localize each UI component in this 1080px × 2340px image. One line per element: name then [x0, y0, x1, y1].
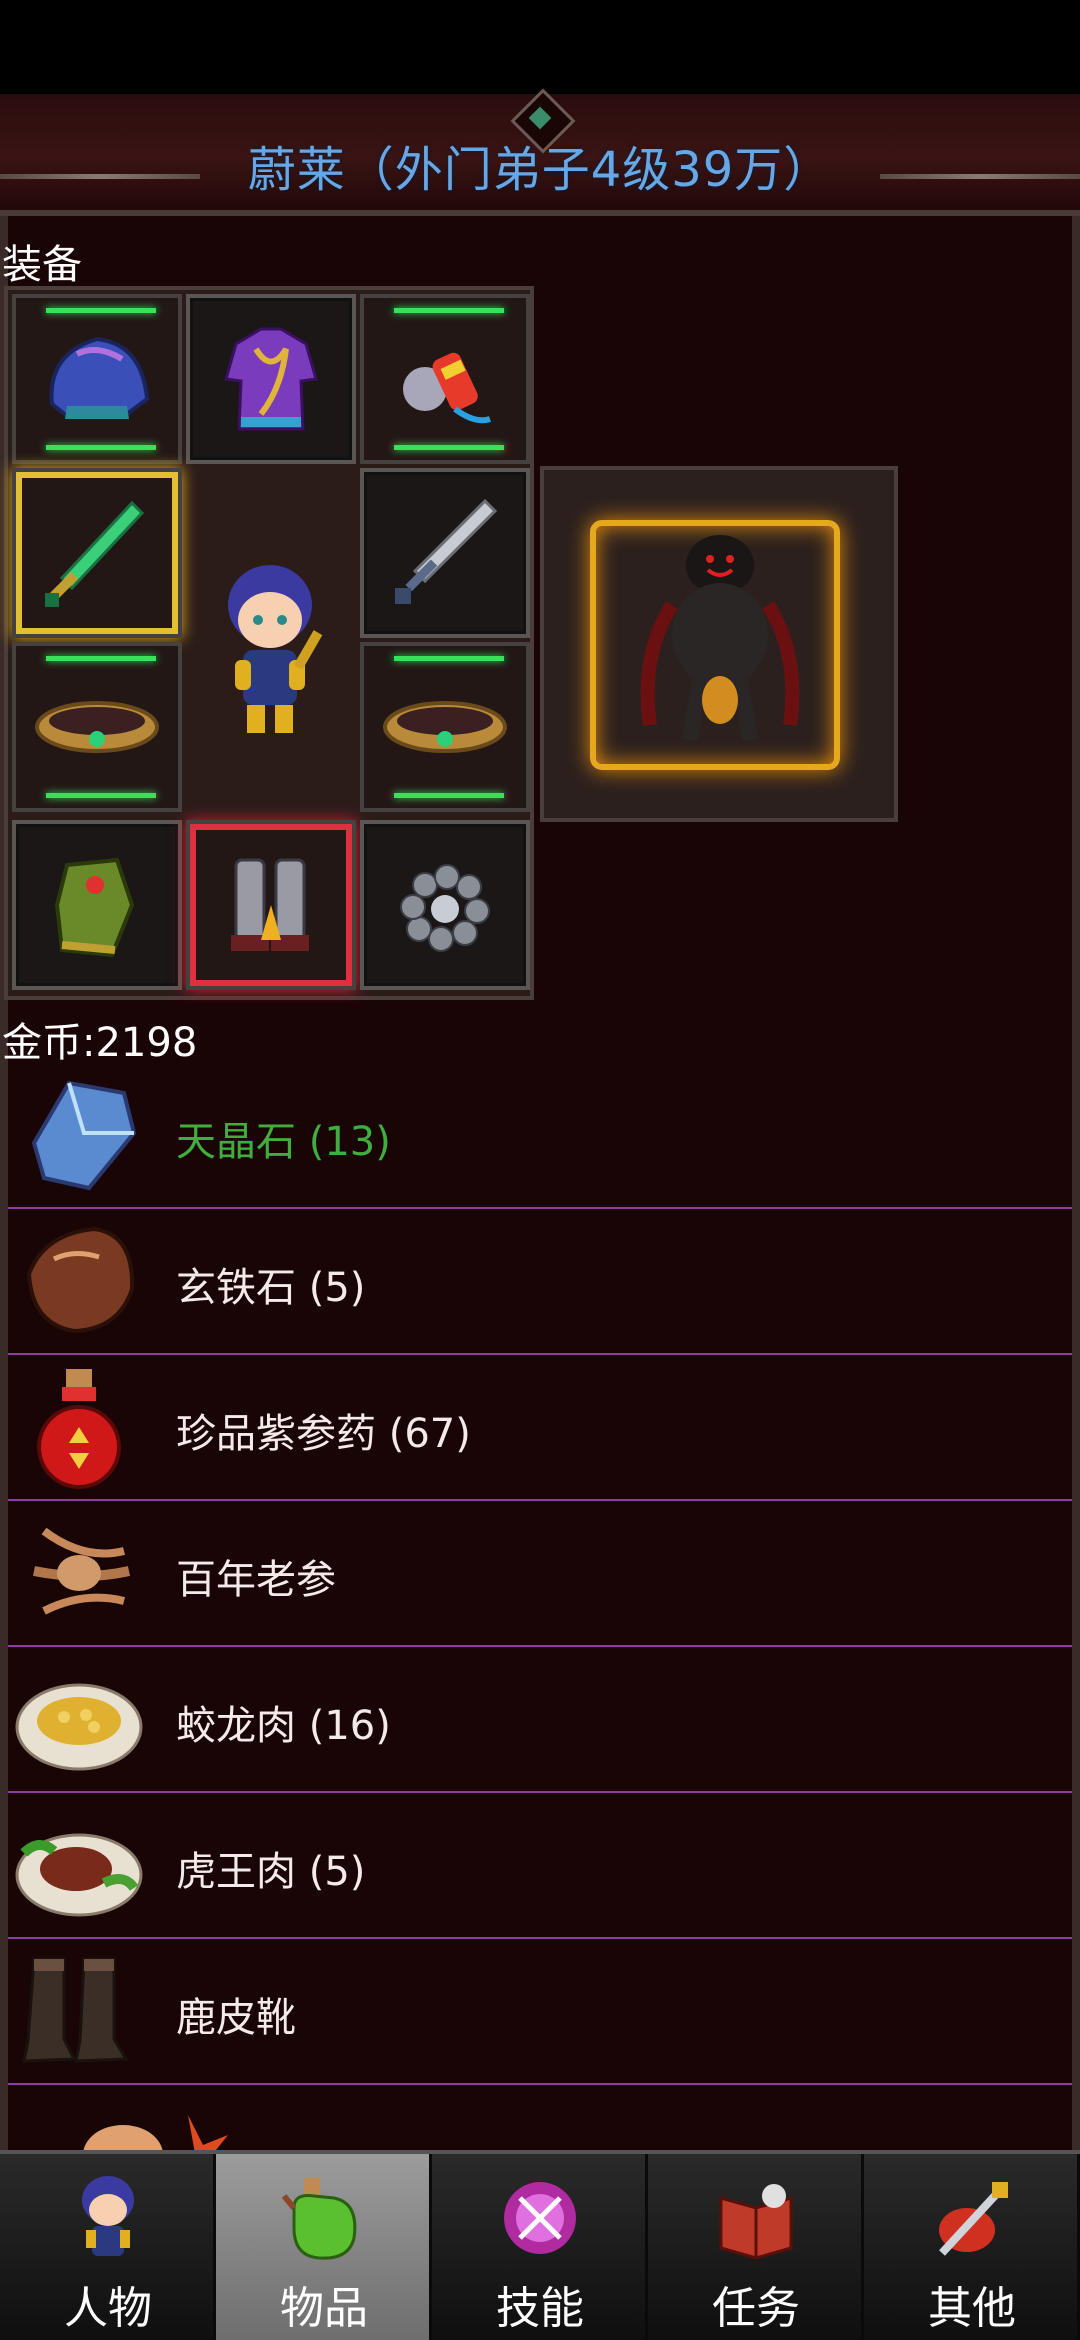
equip-slot-accessory[interactable] [360, 294, 530, 464]
armored-boots-icon [231, 858, 309, 951]
character-icon [82, 2176, 134, 2256]
partial-item-icon [83, 2115, 228, 2150]
tab-character[interactable]: 人物 [0, 2154, 216, 2340]
inventory-item[interactable]: 天晶石 (13) [8, 1063, 1072, 1209]
equip-slot-jade-sword[interactable] [12, 468, 182, 638]
inventory-item-name: 玄铁石 (5) [176, 1265, 366, 1311]
tab-skills[interactable]: 技能 [432, 2154, 648, 2340]
character-avatar [228, 565, 323, 733]
inventory-item[interactable]: 珍品紫参药 (67) [8, 1355, 1072, 1501]
equip-slot-boots[interactable] [186, 820, 356, 990]
tab-quests[interactable]: 任务 [648, 2154, 864, 2340]
gauntlet-icon [54, 857, 135, 958]
status-bar [0, 0, 1080, 94]
equip-slot-iron-sword[interactable] [360, 468, 530, 638]
slot-glow-top [46, 656, 156, 661]
inventory-item[interactable]: 玄铁石 (5) [8, 1209, 1072, 1355]
bracelet-icon [383, 701, 507, 753]
equip-slot-bracelet-right[interactable] [360, 642, 530, 812]
bottom-tab-bar: 人物 物品 技能 任务 其他 [0, 2150, 1080, 2340]
tab-label: 物品 [280, 2283, 368, 2334]
sword-shield-icon [939, 2182, 1008, 2256]
inventory-item[interactable]: 蛟龙肉 (16) [8, 1647, 1072, 1793]
slot-glow-bottom [46, 445, 156, 450]
shadow-demon-icon [640, 535, 800, 742]
jade-sword-icon [45, 500, 145, 607]
inventory-item[interactable]: 百年老参 [8, 1501, 1072, 1647]
equip-slot-helmet[interactable] [12, 294, 182, 464]
potion-bag-icon [281, 2178, 357, 2260]
inventory-item-name: 天晶石 (13) [176, 1119, 391, 1165]
boots-icon [22, 1957, 129, 2063]
inventory-item[interactable]: 鹿皮靴 [8, 1939, 1072, 2085]
tab-other[interactable]: 其他 [864, 2154, 1080, 2340]
tab-label: 技能 [496, 2283, 584, 2334]
inventory-item-name: 虎王肉 (5) [176, 1849, 366, 1895]
tab-label: 任务 [712, 2283, 800, 2334]
slot-glow-bottom [394, 793, 504, 798]
equip-slot-gauntlet[interactable] [12, 820, 182, 990]
inventory-item-name: 鹿皮靴 [176, 1995, 296, 2041]
page-title: 蔚莱（外门弟子4级39万） [247, 142, 833, 198]
iron-sword-icon [395, 498, 498, 604]
prayer-beads-icon [400, 864, 490, 952]
potion-icon [37, 1369, 121, 1489]
steak-icon [15, 1833, 143, 1917]
inventory-item-name: 珍品紫参药 (67) [176, 1411, 471, 1457]
inventory-item-partial[interactable] [8, 2085, 1072, 2150]
tab-label: 人物 [64, 2283, 152, 2334]
tab-items[interactable]: 物品 [216, 2154, 432, 2340]
inventory-item[interactable]: 虎王肉 (5) [8, 1793, 1072, 1939]
slot-glow-top [46, 308, 156, 313]
dish-icon [15, 1683, 143, 1771]
talisman-icon [403, 352, 491, 424]
slot-glow-top [394, 308, 504, 313]
equip-slot-beads[interactable] [360, 820, 530, 990]
equipment-section-label: 装备 [2, 242, 82, 288]
crystal-icon [31, 1080, 137, 1191]
slot-glow-bottom [394, 445, 504, 450]
equip-slot-armor[interactable] [186, 294, 356, 464]
gold-balance: 金币:2198 [2, 1020, 198, 1066]
panel-frame [0, 210, 1080, 230]
inventory-item-name: 百年老参 [176, 1557, 336, 1603]
helmet-icon [49, 336, 150, 419]
robe-armor-icon [224, 327, 318, 431]
slot-glow-bottom [46, 793, 156, 798]
ginseng-icon [33, 1527, 131, 1615]
quest-book-icon [719, 2184, 793, 2260]
bracelet-icon [35, 701, 159, 753]
ore-stone-icon [26, 1226, 135, 1334]
inventory-item-name: 蛟龙肉 (16) [176, 1703, 391, 1749]
tab-label: 其他 [928, 2283, 1016, 2334]
skill-orb-icon [504, 2182, 576, 2254]
slot-glow-top [394, 656, 504, 661]
equip-slot-bracelet-left[interactable] [12, 642, 182, 812]
